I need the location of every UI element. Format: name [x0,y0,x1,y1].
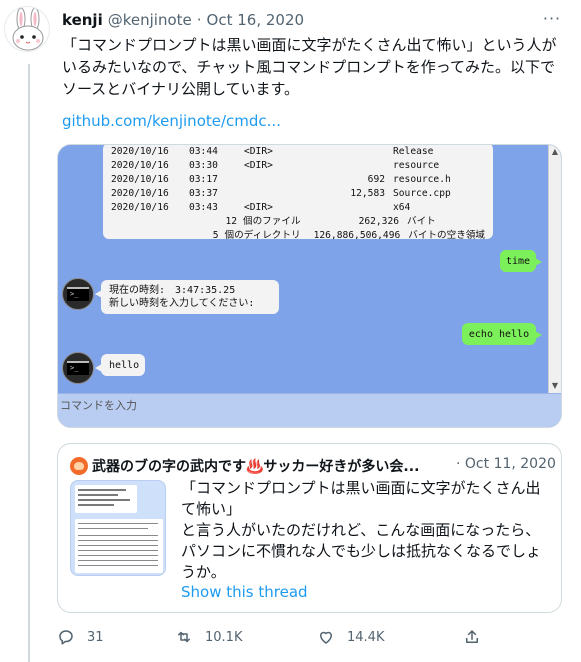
more-icon[interactable]: ··· [540,8,564,28]
dir-row: 2020/10/16 03:44 <DIR> Release [111,146,434,157]
quoted-text-line: て怖い」 [181,500,242,518]
chat-area: 2020/10/16 03:44 <DIR> Release 2020/10/16 03… [58,145,550,393]
dir-summary-row: 12 個のファイル 262,326 バイト [225,216,436,227]
scroll-down-icon[interactable]: ▼ [550,381,560,391]
scroll-up-icon[interactable]: ▲ [550,147,560,157]
show-thread-link[interactable]: Show this thread [181,583,308,601]
quoted-tweet[interactable]: 武器のブの字の武内です♨️サッカー好きが多い会... · Oct 11, 202… [57,443,562,613]
author-avatar[interactable] [4,6,50,52]
media-screenshot[interactable]: 2020/10/16 03:44 <DIR> Release 2020/10/16 03… [57,144,562,428]
tweet-link[interactable]: github.com/kenjinote/cmdc... [62,112,281,130]
dir-row: 2020/10/16 03:30 <DIR> resource [111,160,440,171]
incoming-line: 新しい時刻を入力してください: [109,298,255,309]
quoted-author-name: 武器のブの字の武内です♨️サッカー好きが多い会... [92,459,420,475]
like-button[interactable]: 14.4K [317,626,384,648]
command-input-placeholder: コマンドを入力 [60,399,137,412]
tweet-text-line: 「コマンドプロンプトは黒い画面に文字がたくさん出て怖い」という人が [62,36,557,54]
quoted-header: 武器のブの字の武内です♨️サッカー好きが多い会... [70,456,419,476]
retweet-icon [178,631,190,643]
retweet-button[interactable]: 10.1K [175,626,242,648]
thread-line [28,64,30,662]
dir-row: 2020/10/16 03:17 692 resource.h [111,174,451,185]
tweet-text: 「コマンドプロンプトは黒い画面に文字がたくさん出て怖い」という人が いるみたいな… [62,34,562,100]
cmd-avatar: >_ [62,278,94,310]
dir-output-bubble: 2020/10/16 03:44 <DIR> Release 2020/10/16 03… [103,145,493,239]
quoted-separator: · [456,456,461,472]
reply-icon [59,630,73,645]
quoted-avatar [70,457,88,475]
chat-scrollbar[interactable]: ▲ ▼ [548,145,561,393]
quoted-text-line: うか。 [181,563,226,581]
quoted-text-line: パソコンに不慣れな人でも少しは抵抗なくなるでしょ [181,542,542,560]
incoming-line: 現在の時刻: 3:47:35.25 [109,285,236,296]
dir-row: 2020/10/16 03:37 12,583 Source.cpp [111,188,451,199]
tweet-date[interactable]: Oct 16, 2020 [207,11,305,29]
tweet-text-line: ソースとバイナリ公開しています。 [62,80,300,98]
heart-icon [320,631,332,644]
outgoing-message-echo: echo hello [462,323,542,345]
action-bar: 31 10.1K 14.4K [57,626,487,648]
reply-button[interactable]: 31 [57,626,104,648]
author-handle[interactable]: @kenjinote [108,11,192,29]
tweet-text-line: いるみたいなので、チャット風コマンドプロンプトを作ってみた。以下で [62,58,556,76]
quoted-text-line: 「コマンドプロンプトは黒い画面に文字がたくさん出 [181,479,541,497]
cmd-window-icon: >_ [67,361,89,375]
quoted-date-text: Oct 11, 2020 [464,456,556,472]
quoted-media-thumbnail[interactable] [70,480,166,576]
share-button[interactable] [463,626,493,648]
dir-row: 2020/10/16 03:43 <DIR> x64 [111,202,411,213]
retweet-count: 10.1K [205,629,243,645]
thumbnail-pane [75,485,137,513]
quoted-text-line: と言う人がいたのだけれど、こんな画面になったら、 [181,521,541,539]
dir-summary-row: 5 個のディレクトリ 126,886,506,496 バイトの空き領域 [212,230,485,239]
quoted-date: · Oct 11, 2020 [456,456,556,472]
share-icon [466,630,478,643]
author-name[interactable]: kenji [62,11,103,29]
thumbnail-pane [75,519,163,573]
header-separator: · [196,11,202,29]
command-input[interactable]: コマンドを入力 [58,393,561,427]
incoming-message-time: 現在の時刻: 3:47:35.25 新しい時刻を入力してください: [95,280,279,314]
incoming-message-hello: hello [95,354,145,376]
reply-count: 31 [87,629,104,645]
like-count: 14.4K [347,629,385,645]
cmd-avatar: >_ [62,352,94,384]
cmd-window-icon: >_ [67,287,89,301]
outgoing-message-time: time [500,250,542,272]
quoted-text: 「コマンドプロンプトは黒い画面に文字がたくさん出 て怖い」 と言う人がいたのだけ… [181,478,553,583]
tweet-header: kenji @kenjinote · Oct 16, 2020 [62,10,304,30]
